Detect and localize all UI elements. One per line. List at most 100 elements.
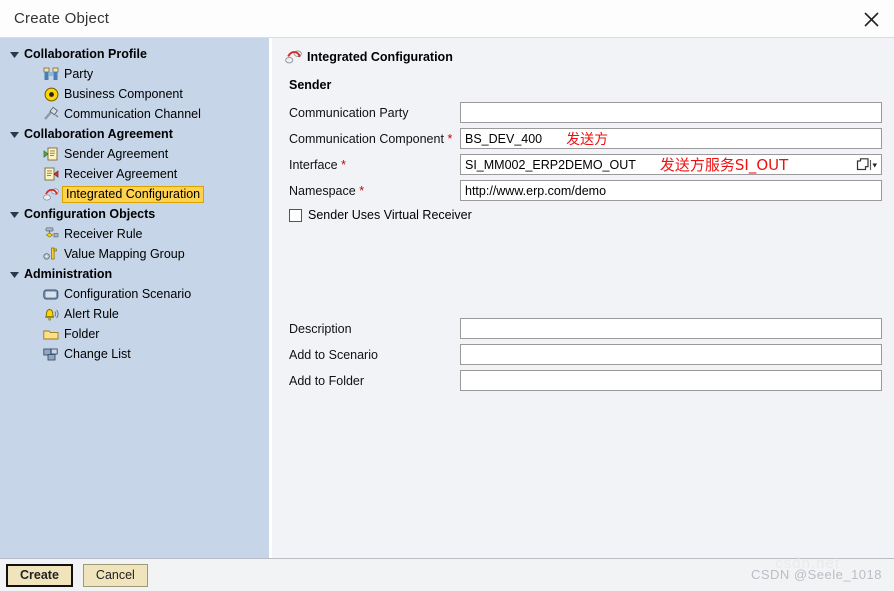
description-input[interactable]	[460, 318, 882, 339]
value-help-icon[interactable]	[854, 156, 880, 174]
sender-uses-virtual-receiver-label: Sender Uses Virtual Receiver	[308, 208, 472, 222]
tree-group-label: Configuration Objects	[24, 207, 156, 221]
sender-agreement-icon	[42, 146, 60, 162]
communication-component-value: BS_DEV_400	[465, 131, 543, 146]
tree-group-collaboration-agreement[interactable]: Collaboration Agreement	[0, 124, 269, 144]
value-mapping-group-icon	[42, 246, 60, 262]
general-form: Description Add to Scenario Add to Folde…	[284, 317, 882, 392]
tree-group-administration[interactable]: Administration	[0, 264, 269, 284]
folder-icon	[42, 326, 60, 342]
sidebar-item-label: Folder	[64, 326, 100, 341]
required-asterisk: *	[359, 183, 365, 198]
add-to-scenario-field-wrap	[460, 344, 882, 365]
sidebar-item-label: Alert Rule	[64, 306, 119, 321]
annotation-interface: 发送方服务SI_OUT	[659, 156, 789, 174]
namespace-label-text: Namespace	[289, 183, 356, 198]
required-asterisk: *	[341, 157, 346, 172]
sidebar-item-label: Communication Channel	[64, 106, 201, 121]
sidebar-item-sender-agreement[interactable]: Sender Agreement	[0, 144, 269, 164]
tree-group-label: Collaboration Agreement	[24, 127, 173, 141]
add-to-folder-input[interactable]	[460, 370, 882, 391]
add-to-scenario-input[interactable]	[460, 344, 882, 365]
interface-field-wrap: SI_MM002_ERP2DEMO_OUT 发送方服务SI_OUT	[460, 154, 882, 175]
dialog-title: Create Object	[14, 10, 110, 27]
expand-arrow-icon[interactable]	[10, 270, 24, 279]
object-type-tree[interactable]: Collaboration Profile Party Business Com…	[0, 38, 272, 558]
party-icon	[42, 66, 60, 82]
sidebar-item-label: Business Component	[64, 86, 183, 101]
sidebar-item-party[interactable]: Party	[0, 64, 269, 84]
form-row-description: Description	[284, 317, 882, 340]
sidebar-item-communication-channel[interactable]: Communication Channel	[0, 104, 269, 124]
sidebar-item-configuration-scenario[interactable]: Configuration Scenario	[0, 284, 269, 304]
create-button[interactable]: Create	[6, 563, 73, 587]
close-icon[interactable]	[858, 6, 884, 32]
sidebar-item-alert-rule[interactable]: Alert Rule	[0, 304, 269, 324]
change-list-icon	[42, 346, 60, 362]
sidebar-item-label: Value Mapping Group	[64, 246, 185, 261]
sender-section-heading: Sender	[289, 78, 332, 92]
tree-group-collaboration-profile[interactable]: Collaboration Profile	[0, 44, 269, 64]
namespace-input[interactable]: http://www.erp.com/demo	[460, 180, 882, 201]
sidebar-item-label: Configuration Scenario	[64, 286, 192, 301]
create-object-dialog: Create Object Collaboration Profile Part…	[0, 0, 894, 591]
sidebar-item-business-component[interactable]: Business Component	[0, 84, 269, 104]
integrated-configuration-icon	[284, 48, 302, 66]
dialog-titlebar: Create Object	[0, 0, 894, 38]
form-row-add-to-folder: Add to Folder	[284, 369, 882, 392]
form-row-communication-party: Communication Party	[284, 101, 882, 124]
sidebar-item-integrated-configuration[interactable]: Integrated Configuration	[0, 184, 269, 204]
integrated-configuration-icon	[42, 186, 60, 202]
communication-component-input[interactable]: BS_DEV_400 发送方	[460, 128, 882, 149]
object-form-panel: Integrated Configuration Sender Communic…	[272, 38, 894, 558]
communication-channel-icon	[42, 106, 60, 122]
interface-value: SI_MM002_ERP2DEMO_OUT	[465, 157, 636, 172]
sender-uses-virtual-receiver-row[interactable]: Sender Uses Virtual Receiver	[284, 205, 882, 225]
sidebar-item-folder[interactable]: Folder	[0, 324, 269, 344]
form-row-interface: Interface * SI_MM002_ERP2DEMO_OUT 发送方服务S…	[284, 153, 882, 176]
configuration-scenario-icon	[42, 286, 60, 302]
sidebar-item-label: Party	[64, 66, 94, 81]
watermark: CSDN @Seele_1018	[750, 567, 882, 582]
communication-party-input[interactable]	[460, 102, 882, 123]
sender-uses-virtual-receiver-checkbox[interactable]	[289, 208, 302, 222]
alert-rule-icon	[42, 306, 60, 322]
expand-arrow-icon[interactable]	[10, 210, 24, 219]
sender-form: Communication Party Communication Compon…	[284, 101, 882, 225]
sidebar-item-receiver-rule[interactable]: Receiver Rule	[0, 224, 269, 244]
cancel-button[interactable]: Cancel	[82, 563, 148, 587]
business-component-icon	[42, 86, 60, 102]
sidebar-item-value-mapping-group[interactable]: Value Mapping Group	[0, 244, 269, 264]
namespace-label: Namespace *	[284, 184, 460, 198]
interface-input[interactable]: SI_MM002_ERP2DEMO_OUT 发送方服务SI_OUT	[460, 154, 882, 175]
expand-arrow-icon[interactable]	[10, 130, 24, 139]
expand-arrow-icon[interactable]	[10, 50, 24, 59]
add-to-folder-field-wrap	[460, 370, 882, 391]
sidebar-item-label: Receiver Agreement	[64, 166, 178, 181]
dialog-footer: Create Cancel csdn.net CSDN @Seele_1018	[0, 555, 894, 591]
sidebar-item-receiver-agreement[interactable]: Receiver Agreement	[0, 164, 269, 184]
receiver-rule-icon	[42, 226, 60, 242]
namespace-value: http://www.erp.com/demo	[465, 183, 607, 198]
add-to-folder-label: Add to Folder	[289, 373, 365, 388]
dialog-body: Collaboration Profile Party Business Com…	[0, 38, 894, 558]
communication-party-label: Communication Party	[289, 105, 409, 120]
sidebar-item-change-list[interactable]: Change List	[0, 344, 269, 364]
communication-component-label-text: Communication Component	[289, 131, 444, 146]
communication-party-field-wrap	[460, 102, 882, 123]
form-row-communication-component: Communication Component * BS_DEV_400 发送方	[284, 127, 882, 150]
form-row-namespace: Namespace * http://www.erp.com/demo	[284, 179, 882, 202]
tree-group-label: Administration	[24, 267, 113, 281]
description-field-wrap	[460, 318, 882, 339]
namespace-field-wrap: http://www.erp.com/demo	[460, 180, 882, 201]
sidebar-item-label: Integrated Configuration	[61, 185, 205, 203]
tree-group-label: Collaboration Profile	[24, 47, 147, 61]
sidebar-item-label: Sender Agreement	[64, 146, 169, 161]
description-label: Description	[289, 321, 352, 336]
tree-group-configuration-objects[interactable]: Configuration Objects	[0, 204, 269, 224]
receiver-agreement-icon	[42, 166, 60, 182]
sidebar-item-label: Receiver Rule	[64, 226, 143, 241]
sidebar-item-label: Change List	[64, 346, 131, 361]
annotation-communication-component: 发送方	[566, 131, 609, 148]
add-to-scenario-label: Add to Scenario	[289, 347, 378, 362]
